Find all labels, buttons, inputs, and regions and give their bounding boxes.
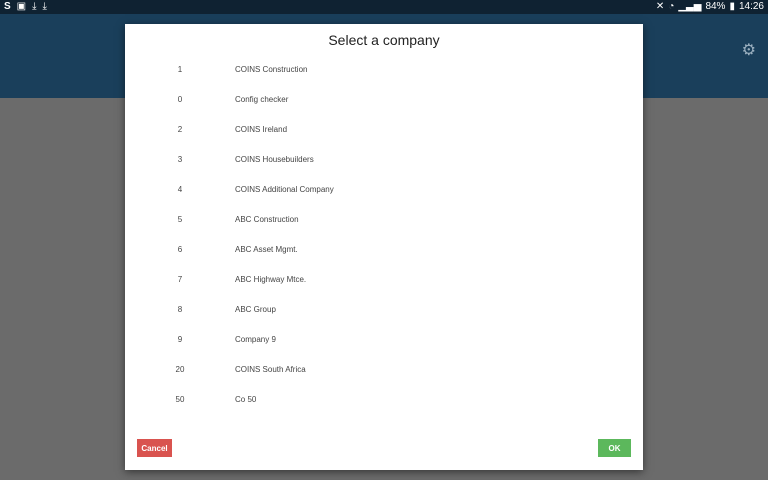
company-name: Config checker xyxy=(235,94,289,104)
company-name: COINS Additional Company xyxy=(235,184,334,194)
wifi-icon: ◔ xyxy=(668,1,675,12)
company-list[interactable]: 1 COINS Construction 0 Config checker 2 COINS… xyxy=(125,54,643,428)
company-number: 1 xyxy=(177,64,183,74)
company-number: 9 xyxy=(177,334,183,344)
samsung-s-icon: S xyxy=(4,1,11,12)
company-row[interactable]: 20 COINS South Africa xyxy=(125,354,643,384)
mute-icon: ✕ xyxy=(655,1,665,12)
company-row[interactable]: 9 Company 9 xyxy=(125,324,643,354)
company-row[interactable]: 8 ABC Group xyxy=(125,294,643,324)
company-row[interactable]: 7 ABC Highway Mtce. xyxy=(125,264,643,294)
company-name: ABC Asset Mgmt. xyxy=(235,244,298,254)
status-bar: S ▣ ⤓ ⤓ ✕ ◔ ▁▃▅ 84% ▮ 14:26 xyxy=(0,0,768,14)
ok-button[interactable]: OK xyxy=(598,439,631,457)
company-name: Company 9 xyxy=(235,334,276,344)
company-name: COINS Housebuilders xyxy=(235,154,314,164)
company-name: ABC Construction xyxy=(235,214,299,224)
gear-icon[interactable]: ⚙ xyxy=(742,40,756,60)
company-row[interactable]: 0 Config checker xyxy=(125,84,643,114)
company-name: Co 50 xyxy=(235,394,257,404)
company-row[interactable]: 50 Co 50 xyxy=(125,384,643,414)
company-number: 2 xyxy=(177,124,183,134)
company-name: ABC Group xyxy=(235,304,276,314)
company-number: 6 xyxy=(177,244,183,254)
company-number: 0 xyxy=(177,94,183,104)
company-row[interactable]: 1 COINS Construction xyxy=(125,54,643,84)
company-number: 20 xyxy=(175,364,185,374)
company-row[interactable]: 5 ABC Construction xyxy=(125,204,643,234)
dialog-title: Select a company xyxy=(328,32,440,48)
company-row[interactable]: 4 COINS Additional Company xyxy=(125,174,643,204)
company-name: ABC Highway Mtce. xyxy=(235,274,307,284)
battery-icon: ▮ xyxy=(729,1,735,12)
clock: 14:26 xyxy=(738,1,764,12)
select-company-dialog: Select a company 1 COINS Construction 0 Con… xyxy=(125,24,643,470)
company-number: 5 xyxy=(177,214,183,224)
company-number: 3 xyxy=(177,154,183,164)
company-number: 7 xyxy=(177,274,183,284)
download-icon: ⤓ xyxy=(42,1,47,12)
status-bar-left: S ▣ ⤓ ⤓ xyxy=(4,1,47,13)
signal-icon: ▁▃▅ xyxy=(678,1,702,12)
company-row[interactable]: 3 COINS Housebuilders xyxy=(125,144,643,174)
gallery-icon: ▣ xyxy=(16,1,27,12)
battery-percent: 84% xyxy=(705,1,726,12)
status-bar-right: ✕ ◔ ▁▃▅ 84% ▮ 14:26 xyxy=(656,0,764,14)
company-name: COINS Construction xyxy=(235,64,308,74)
download-icon: ⤓ xyxy=(32,1,37,12)
company-number: 50 xyxy=(175,394,185,404)
company-name: COINS South Africa xyxy=(235,364,306,374)
company-row[interactable]: 2 COINS Ireland xyxy=(125,114,643,144)
cancel-button[interactable]: Cancel xyxy=(137,439,172,457)
company-name: COINS Ireland xyxy=(235,124,288,134)
company-number: 8 xyxy=(177,304,183,314)
company-number: 4 xyxy=(177,184,183,194)
company-row[interactable]: 6 ABC Asset Mgmt. xyxy=(125,234,643,264)
